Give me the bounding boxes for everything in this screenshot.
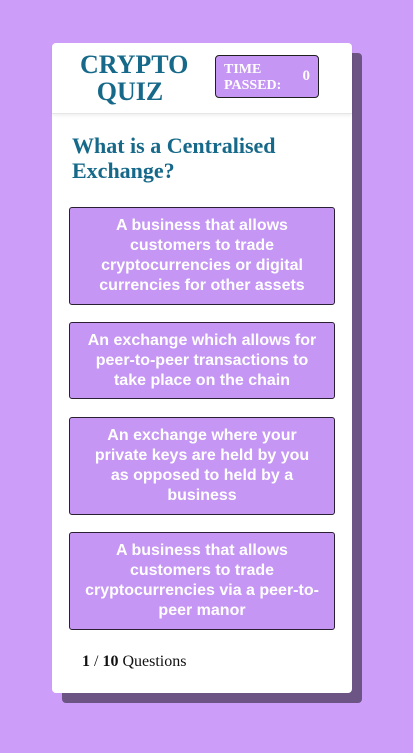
quiz-header: CRYPTO QUIZ TIME PASSED: 0 (52, 43, 352, 114)
timer-label: TIME PASSED: (224, 62, 282, 93)
question-progress: 1 / 10 Questions (82, 653, 186, 671)
answer-option-4[interactable]: A business that allows customers to trad… (69, 532, 335, 630)
quiz-card: CRYPTO QUIZ TIME PASSED: 0 What is a Cen… (52, 43, 352, 693)
question-text: What is a Centralised Exchange? (72, 133, 276, 183)
answer-option-2[interactable]: An exchange which allows for peer-to-pee… (69, 322, 335, 399)
progress-current: 1 (82, 653, 90, 670)
answer-option-3[interactable]: An exchange where your private keys are … (69, 417, 335, 515)
progress-suffix: Questions (122, 653, 187, 670)
quiz-title: CRYPTO QUIZ (80, 50, 189, 106)
answer-option-1[interactable]: A business that allows customers to trad… (69, 207, 335, 305)
progress-total: 10 (102, 653, 119, 670)
timer-value: 0 (302, 68, 311, 84)
progress-separator: / (94, 653, 99, 670)
timer-box: TIME PASSED: 0 (215, 55, 319, 98)
